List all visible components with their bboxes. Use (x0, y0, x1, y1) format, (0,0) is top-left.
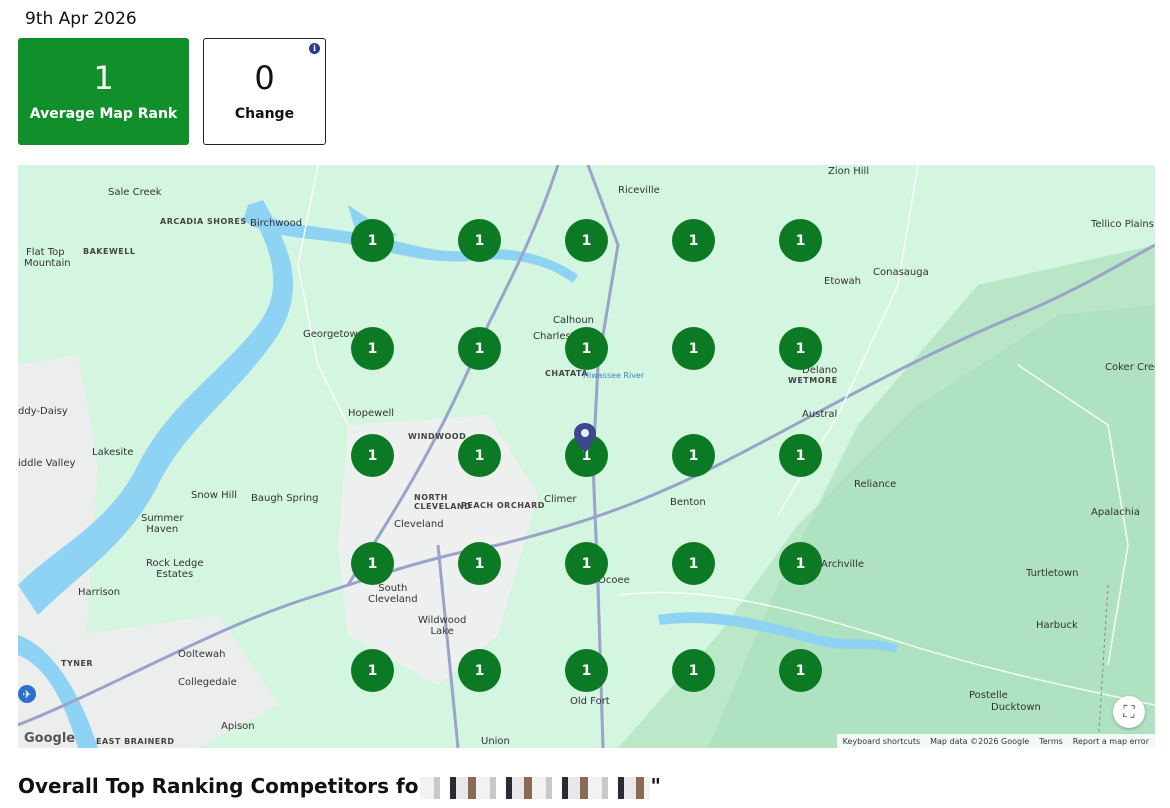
map-label: Reliance (854, 479, 897, 490)
map-label: WINDWOOD (408, 432, 467, 441)
map-label: Sale Creek (108, 187, 162, 198)
rank-marker[interactable]: 1 (779, 327, 822, 370)
rank-marker[interactable]: 1 (565, 219, 608, 262)
rank-marker[interactable]: 1 (458, 649, 501, 692)
rank-marker[interactable]: 1 (779, 219, 822, 262)
map-label: Benton (670, 497, 706, 508)
rank-marker[interactable]: 1 (779, 649, 822, 692)
average-map-rank-value: 1 (93, 58, 114, 97)
map-label: South Cleveland (368, 583, 418, 605)
map-label: PEACH ORCHARD (461, 501, 545, 510)
map-label: Apison (221, 721, 255, 732)
rank-marker[interactable]: 1 (458, 434, 501, 477)
rank-marker[interactable]: 1 (672, 542, 715, 585)
map-label: Archville (821, 559, 864, 570)
airport-icon: ✈ (18, 685, 36, 703)
rank-marker[interactable]: 1 (351, 327, 394, 370)
map-label: ddy-Daisy (18, 406, 68, 417)
map-label: EAST BRAINERD (96, 737, 175, 746)
map-label: Turtletown (1026, 568, 1079, 579)
map-label: ARCADIA SHORES (160, 217, 247, 226)
rank-marker[interactable]: 1 (565, 542, 608, 585)
map-label: Hopewell (348, 408, 395, 419)
map-label: BAKEWELL (83, 247, 136, 256)
map-label: Union (481, 736, 510, 747)
rank-marker[interactable]: 1 (351, 649, 394, 692)
map-label: Lakesite (92, 447, 134, 458)
rank-marker[interactable]: 1 (672, 649, 715, 692)
map-label: Austral (802, 409, 838, 420)
map-attribution: Keyboard shortcuts Map data ©2026 Google… (836, 734, 1155, 748)
average-map-rank-card: 1 Average Map Rank (18, 38, 189, 145)
map-label: iddle Valley (18, 458, 76, 469)
map-label: Hiwassee River (583, 371, 645, 380)
map-label: Summer Haven (141, 513, 184, 535)
map-label: CHATATA (545, 369, 589, 378)
map-label: Zion Hill (828, 166, 870, 177)
rank-marker[interactable]: 1 (351, 219, 394, 262)
rank-marker[interactable]: 1 (351, 434, 394, 477)
rank-marker[interactable]: 1 (779, 542, 822, 585)
map-label: Snow Hill (191, 490, 238, 501)
map-label: Ooltewah (178, 649, 226, 660)
map-label: Mountain (24, 258, 71, 269)
map-label: Riceville (618, 185, 660, 196)
redacted-keyword (420, 776, 651, 799)
location-pin-icon (574, 423, 596, 453)
rank-marker[interactable]: 1 (458, 542, 501, 585)
map-label: Cleveland (394, 519, 444, 530)
rank-marker[interactable]: 1 (672, 327, 715, 370)
map-label: Ducktown (991, 702, 1041, 713)
rank-grid-map[interactable]: Sale Creek ARCADIA SHORES Birchwood Rice… (18, 165, 1155, 748)
competitors-heading: Overall Top Ranking Competitors fo " (18, 774, 661, 799)
rank-marker[interactable]: 1 (672, 434, 715, 477)
map-label: Rock Ledge Estates (146, 558, 204, 580)
map-label: Birchwood (250, 218, 303, 229)
average-map-rank-label: Average Map Rank (29, 105, 178, 122)
rank-marker[interactable]: 1 (672, 219, 715, 262)
map-label: Baugh Spring (251, 493, 319, 504)
map-label: WETMORE (788, 376, 838, 385)
rank-marker[interactable]: 1 (458, 219, 501, 262)
map-label: Calhoun (553, 315, 595, 326)
map-label: Coker Creek (1105, 362, 1155, 373)
rank-marker[interactable]: 1 (458, 327, 501, 370)
map-label: Flat Top (26, 247, 65, 258)
map-label: Wildwood Lake (418, 615, 467, 637)
change-card: i 0 Change (203, 38, 326, 145)
keyboard-shortcuts-link[interactable]: Keyboard shortcuts (843, 737, 920, 746)
fullscreen-button[interactable]: ⛶ (1113, 696, 1145, 728)
rank-marker[interactable]: 1 (351, 542, 394, 585)
rank-marker[interactable]: 1 (565, 649, 608, 692)
rank-marker[interactable]: 1 (565, 327, 608, 370)
competitors-heading-text: Overall Top Ranking Competitors fo (18, 774, 419, 798)
report-map-error-link[interactable]: Report a map error (1073, 737, 1149, 746)
map-label: Tellico Plains (1091, 219, 1154, 230)
map-label: Postelle (969, 690, 1008, 701)
terms-link[interactable]: Terms (1039, 737, 1063, 746)
google-logo: Google (24, 731, 76, 746)
map-label: TYNER (61, 659, 94, 668)
map-label: Conasauga (873, 267, 929, 278)
map-label: Collegedale (178, 677, 237, 688)
map-label: Apalachia (1091, 507, 1140, 518)
info-icon[interactable]: i (309, 43, 320, 54)
rank-marker[interactable]: 1 (779, 434, 822, 477)
map-label: Harbuck (1036, 620, 1078, 631)
competitors-heading-quote: " (650, 774, 661, 798)
map-label: Old Fort (570, 696, 610, 707)
change-label: Change (234, 105, 295, 122)
report-date: 9th Apr 2026 (25, 9, 137, 29)
map-label: Harrison (78, 587, 121, 598)
map-label: Etowah (824, 276, 862, 287)
map-label: Climer (544, 494, 577, 505)
change-value: 0 (254, 58, 275, 97)
map-data-label: Map data ©2026 Google (930, 736, 1030, 746)
